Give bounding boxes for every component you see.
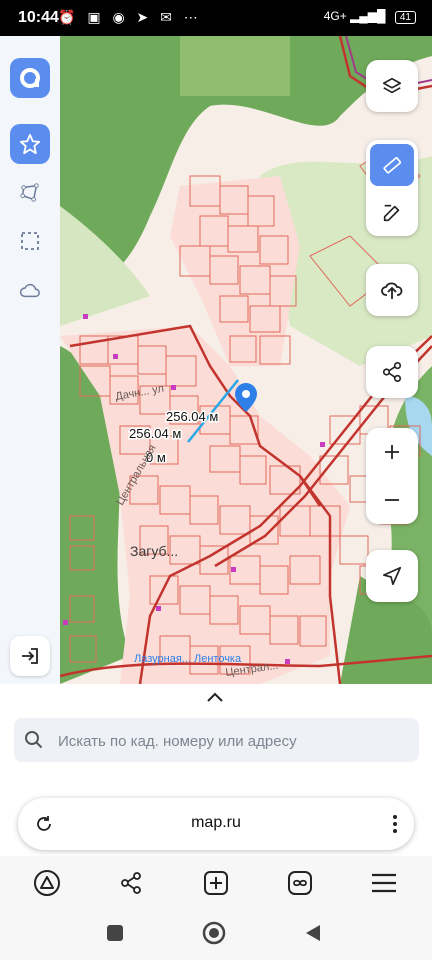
logout-icon <box>22 648 38 664</box>
upload-control <box>366 264 418 316</box>
status-time: 10:44 <box>18 9 59 26</box>
edit-button[interactable] <box>366 190 418 236</box>
status-bar: 10:44 ⏰ ▣ ◉ ➤ ✉ ⋯ 4G+ ▂▄▆█ 41 <box>0 0 432 36</box>
app-logo-icon[interactable] <box>10 58 50 98</box>
browser-share-button[interactable] <box>114 866 148 900</box>
notification-icons: ⏰ ▣ ◉ ➤ ✉ ⋯ <box>58 9 202 25</box>
locate-control <box>366 550 418 602</box>
layers-icon <box>382 77 402 94</box>
signal-icon: ▂▄▆█ <box>350 9 386 23</box>
sheet-handle[interactable] <box>204 690 226 709</box>
tabs-button[interactable] <box>283 866 317 900</box>
share-button[interactable] <box>366 346 418 398</box>
locality-label: Загуб... <box>130 543 178 559</box>
layers-control <box>366 60 418 112</box>
upload-button[interactable] <box>366 264 418 316</box>
zoom-out-button[interactable] <box>366 476 418 524</box>
tool-rail <box>0 36 60 684</box>
more-vertical-icon <box>393 815 397 833</box>
share-icon <box>382 362 402 382</box>
clearing-area <box>180 36 290 96</box>
triangle-back-icon <box>306 925 320 941</box>
browser-home-button[interactable] <box>30 866 64 900</box>
recent-apps-button[interactable] <box>98 916 132 950</box>
bottom-sheet <box>0 684 432 794</box>
square-icon <box>107 925 123 941</box>
measure-label: 256.04 м <box>129 426 181 441</box>
cloud-button[interactable] <box>10 270 50 310</box>
browser-toolbar <box>0 856 432 908</box>
share-control <box>366 346 418 398</box>
favorites-button[interactable] <box>10 124 50 164</box>
infinity-tabs-icon <box>288 871 312 895</box>
ruler-icon <box>383 157 402 174</box>
plus-icon <box>385 445 399 459</box>
browser-url-bar[interactable]: map.ru <box>18 798 414 850</box>
locate-button[interactable] <box>366 550 418 602</box>
zoom-control <box>366 428 418 524</box>
system-nav-bar <box>0 908 432 960</box>
zoom-in-button[interactable] <box>366 428 418 476</box>
search-box[interactable] <box>14 718 419 764</box>
ruler-button[interactable] <box>370 144 414 186</box>
network-type: 4G+ <box>323 9 347 23</box>
locate-icon <box>382 566 402 586</box>
street-label: Лазурная... Ленточка <box>134 653 242 665</box>
upload-icon <box>381 282 403 299</box>
star-icon <box>19 133 41 155</box>
new-tab-button[interactable] <box>199 866 233 900</box>
logout-button[interactable] <box>10 636 50 676</box>
select-area-icon <box>21 232 39 250</box>
polygon-tool-icon <box>20 183 39 202</box>
edit-icon <box>383 204 400 222</box>
system-icons: 4G+ ▂▄▆█ 41 <box>324 9 416 24</box>
measure-label: 256.04 м <box>166 409 218 424</box>
layers-button[interactable] <box>366 60 418 112</box>
plus-square-icon <box>204 871 228 895</box>
polygon-tool-button[interactable] <box>10 173 50 213</box>
hamburger-icon <box>372 873 396 893</box>
cloud-icon <box>19 283 40 298</box>
select-area-button[interactable] <box>10 221 50 261</box>
draw-control <box>366 140 418 236</box>
url-text[interactable]: map.ru <box>18 814 414 832</box>
share-icon <box>121 872 141 894</box>
search-input[interactable] <box>56 718 410 764</box>
back-button[interactable] <box>296 916 330 950</box>
home-button[interactable] <box>197 916 231 950</box>
battery-icon: 41 <box>394 11 416 24</box>
minus-icon <box>385 499 399 501</box>
browser-menu-button[interactable] <box>367 866 401 900</box>
circle-home-icon <box>202 921 226 945</box>
search-icon <box>25 731 43 749</box>
chevron-up-icon <box>207 692 223 702</box>
browser-logo-icon <box>34 870 60 896</box>
